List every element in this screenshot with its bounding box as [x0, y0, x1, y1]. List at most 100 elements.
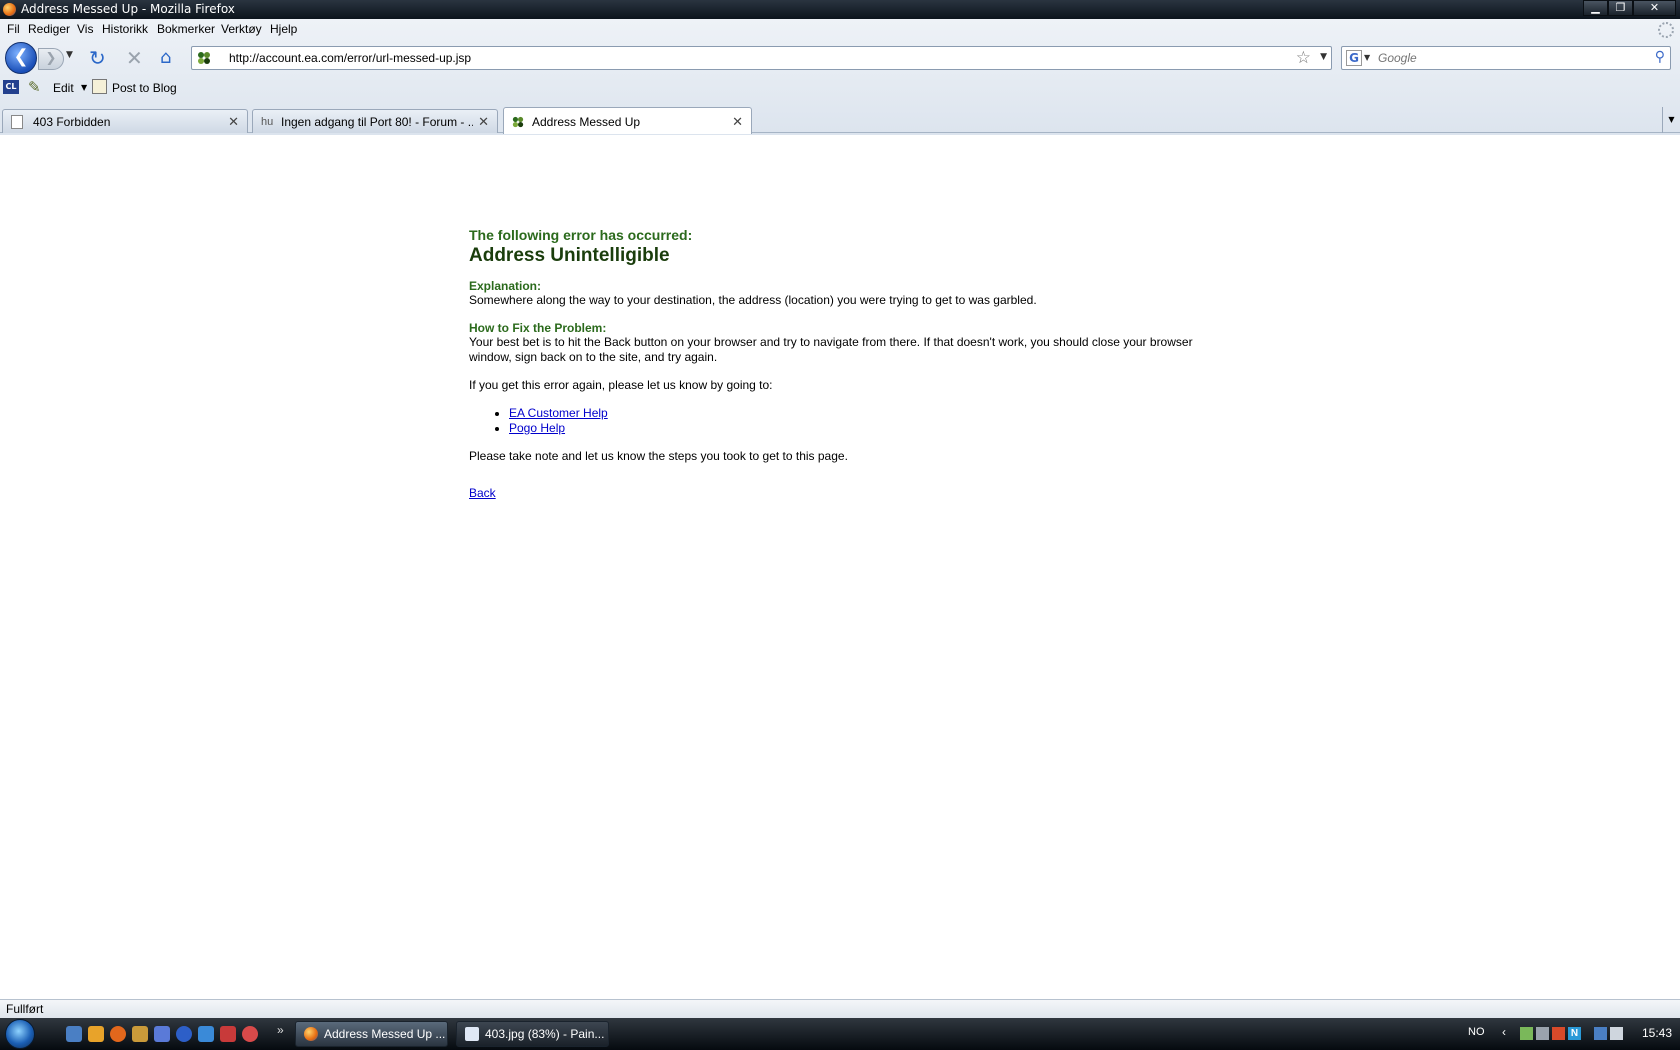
menu-vis[interactable]: Vis — [77, 22, 93, 36]
error-title: Address Unintelligible — [469, 245, 670, 266]
tab-title: Ingen adgang til Port 80! - Forum - ... — [281, 115, 473, 129]
app2-quicklaunch-icon[interactable] — [242, 1026, 258, 1042]
clock[interactable]: 15:43 — [1642, 1026, 1672, 1040]
window-controls: ▁ ❐ ✕ — [1583, 0, 1676, 17]
minimize-icon[interactable]: ▁ — [1583, 0, 1608, 16]
tab-close-icon[interactable]: ✕ — [732, 114, 743, 130]
edit-dropdown-icon[interactable]: ▼ — [81, 83, 87, 92]
throbber-icon — [1658, 22, 1674, 38]
start-button-icon[interactable] — [5, 1019, 35, 1049]
ea-customer-help-link[interactable]: EA Customer Help — [509, 406, 608, 420]
bookmarks-toolbar: CL ✎ Edit ▼ Post to Blog — [0, 75, 1680, 101]
reload-icon[interactable]: ↻ — [89, 47, 109, 69]
url-dropdown-icon[interactable]: ▼ — [1320, 52, 1327, 62]
menu-verktoy[interactable]: Verktøy — [221, 22, 262, 36]
error-intro: The following error has occurred: — [469, 227, 693, 243]
browser-quicklaunch-icon[interactable] — [176, 1026, 192, 1042]
steam-tray-icon[interactable] — [1536, 1027, 1549, 1040]
tab-bar: 403 Forbidden ✕ hu Ingen adgang til Port… — [0, 107, 1680, 134]
show-desktop-icon[interactable] — [66, 1026, 82, 1042]
cl-bookmark-icon[interactable]: CL — [3, 80, 19, 94]
tab-close-icon[interactable]: ✕ — [478, 114, 489, 130]
window-title: Address Messed Up - Mozilla Firefox — [21, 2, 235, 16]
tab-title: 403 Forbidden — [33, 115, 111, 129]
back-arrow-icon[interactable]: ❮ — [5, 42, 37, 74]
home-icon[interactable]: ⌂ — [160, 47, 180, 69]
status-bar: Fullført — [0, 999, 1680, 1018]
google-engine-icon[interactable]: G — [1346, 50, 1362, 66]
bookmark-star-icon[interactable]: ☆ — [1296, 48, 1311, 68]
edit-pencil-icon[interactable]: ✎ — [28, 78, 41, 96]
search-input[interactable] — [1376, 49, 1638, 67]
system-tray: NO ‹ N 15:43 — [1468, 1018, 1680, 1050]
status-text: Fullført — [6, 1002, 44, 1016]
explanation-label: Explanation: — [469, 279, 542, 293]
antivirus-tray-icon[interactable] — [1552, 1027, 1565, 1040]
tab-close-icon[interactable]: ✕ — [228, 114, 239, 130]
engine-dropdown-icon[interactable]: ▼ — [1364, 53, 1370, 62]
search-bar[interactable]: G ▼ ⚲ — [1341, 46, 1671, 70]
n-tray-icon[interactable]: N — [1568, 1027, 1581, 1040]
maximize-icon[interactable]: ❐ — [1608, 0, 1633, 16]
tab-address-messed-up[interactable]: Address Messed Up ✕ — [503, 107, 752, 134]
app-quicklaunch-icon[interactable] — [154, 1026, 170, 1042]
stop-icon[interactable]: ✕ — [126, 47, 146, 69]
more-quicklaunch-icon[interactable]: » — [277, 1023, 284, 1037]
search-icon[interactable]: ⚲ — [1655, 49, 1665, 65]
forward-arrow-icon[interactable]: ❯ — [38, 48, 64, 70]
firefox-icon — [304, 1027, 318, 1041]
post-to-blog-button[interactable]: Post to Blog — [112, 81, 177, 95]
error-box: The following error has occurred: Addres… — [469, 227, 1229, 500]
taskbar: » Address Messed Up ... 403.jpg (83%) - … — [0, 1018, 1680, 1050]
volume-tray-icon[interactable] — [1610, 1027, 1623, 1040]
back-link[interactable]: Back — [469, 486, 1229, 500]
url-text[interactable]: http://account.ea.com/error/url-messed-u… — [229, 51, 471, 65]
connection-tray-icon[interactable] — [1594, 1027, 1607, 1040]
show-hidden-icons-icon[interactable]: ‹ — [1502, 1025, 1506, 1039]
contact-text: If you get this error again, please let … — [469, 378, 773, 392]
pdf-quicklaunch-icon[interactable] — [220, 1026, 236, 1042]
tab-403-forbidden[interactable]: 403 Forbidden ✕ — [2, 109, 248, 133]
firefox-quicklaunch-icon[interactable] — [110, 1026, 126, 1042]
fix-label: How to Fix the Problem: — [469, 321, 607, 335]
site-favicon-icon — [512, 116, 524, 128]
network-tray-icon[interactable] — [1520, 1027, 1533, 1040]
list-item: EA Customer Help — [509, 406, 1229, 421]
fix-text: Your best bet is to hit the Back button … — [469, 335, 1193, 364]
site-favicon-icon — [198, 52, 210, 64]
menu-bokmerker[interactable]: Bokmerker — [157, 22, 215, 36]
tab-forum[interactable]: hu Ingen adgang til Port 80! - Forum - .… — [252, 109, 498, 133]
explanation-text: Somewhere along the way to your destinat… — [469, 293, 1037, 307]
tab-title: Address Messed Up — [532, 115, 641, 129]
note-text: Please take note and let us know the ste… — [469, 449, 848, 463]
forum-favicon-icon: hu — [261, 116, 274, 128]
firefox-icon — [3, 3, 16, 16]
media-player-icon[interactable] — [88, 1026, 104, 1042]
menu-historikk[interactable]: Historikk — [102, 22, 148, 36]
help-links: EA Customer Help Pogo Help — [469, 406, 1229, 436]
task-firefox[interactable]: Address Messed Up ... — [295, 1021, 448, 1047]
pogo-help-link[interactable]: Pogo Help — [509, 421, 565, 435]
list-item: Pogo Help — [509, 421, 1229, 436]
address-bar[interactable]: http://account.ea.com/error/url-messed-u… — [191, 46, 1332, 70]
language-indicator[interactable]: NO — [1468, 1026, 1485, 1038]
task-label: Address Messed Up ... — [324, 1027, 446, 1041]
document-icon — [11, 115, 23, 129]
paint-icon — [465, 1027, 479, 1041]
close-window-icon[interactable]: ✕ — [1633, 0, 1676, 16]
list-all-tabs-icon[interactable]: ▼ — [1662, 107, 1680, 133]
media-quicklaunch-icon[interactable] — [198, 1026, 214, 1042]
history-dropdown-icon[interactable]: ▼ — [66, 50, 73, 60]
edit-button[interactable]: Edit — [53, 81, 74, 95]
window-titlebar: Address Messed Up - Mozilla Firefox ▁ ❐ … — [0, 0, 1680, 19]
menu-bar: Fil Rediger Vis Historikk Bokmerker Verk… — [0, 19, 1680, 41]
navigation-toolbar: ❮ ❯ ▼ ↻ ✕ ⌂ http://account.ea.com/error/… — [0, 41, 1680, 75]
task-paint[interactable]: 403.jpg (83%) - Pain... — [456, 1021, 609, 1047]
task-label: 403.jpg (83%) - Pain... — [485, 1027, 605, 1041]
menu-fil[interactable]: Fil — [7, 22, 20, 36]
menu-rediger[interactable]: Rediger — [28, 22, 70, 36]
menu-hjelp[interactable]: Hjelp — [270, 22, 297, 36]
blog-icon[interactable] — [92, 79, 107, 94]
pen-tool-icon[interactable] — [132, 1026, 148, 1042]
page-content: The following error has occurred: Addres… — [0, 135, 1680, 999]
